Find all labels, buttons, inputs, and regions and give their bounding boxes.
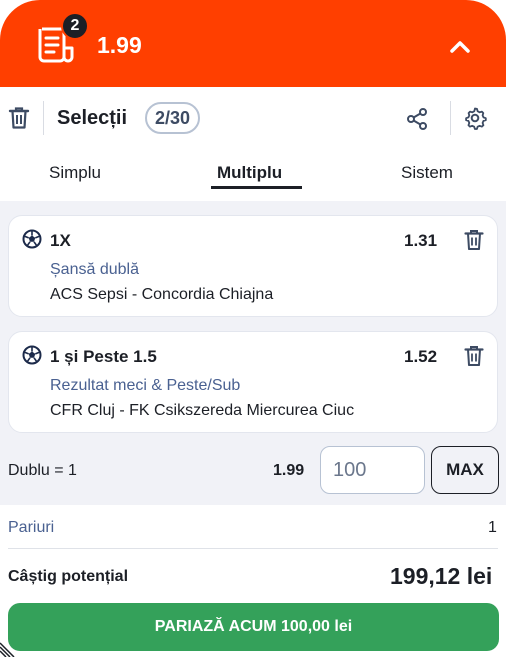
- toolbar-divider: [450, 101, 451, 135]
- tab-sistem[interactable]: Sistem: [401, 163, 453, 183]
- selections-title: Selecții: [57, 107, 128, 129]
- pick-odds: 1.52: [404, 347, 438, 366]
- event-name: CFR Cluj - FK Csikszereda Miercurea Ciuc: [50, 402, 355, 419]
- chevron-up-icon[interactable]: [446, 33, 474, 61]
- trash-icon[interactable]: [464, 229, 484, 251]
- selection-count-badge: 2: [61, 12, 89, 40]
- football-icon: [22, 345, 42, 365]
- pick-label: 1 și Peste 1.5: [50, 347, 157, 366]
- combination-odds: 1.99: [273, 462, 305, 479]
- potential-win-value: 199,12 lei: [390, 563, 493, 589]
- tab-multiplu[interactable]: Multiplu: [217, 163, 282, 183]
- active-tab-indicator: [211, 186, 302, 189]
- summary-divider: [8, 548, 498, 549]
- tab-simplu[interactable]: Simplu: [49, 163, 101, 183]
- potential-win-label: Câștig potențial: [8, 568, 129, 585]
- trash-icon[interactable]: [8, 106, 30, 130]
- total-odds: 1.99: [97, 32, 142, 58]
- toolbar-divider: [43, 101, 44, 135]
- place-bet-button[interactable]: PARIAZĂ ACUM 100,00 lei: [8, 603, 499, 651]
- pick-odds: 1.31: [404, 231, 438, 250]
- pick-label: 1X: [50, 231, 71, 250]
- bets-count: 1: [488, 519, 497, 536]
- event-name: ACS Sepsi - Concordia Chiajna: [50, 286, 274, 303]
- selections-count-pill: 2/30: [145, 102, 200, 134]
- trash-icon[interactable]: [464, 345, 484, 367]
- market-name: Șansă dublă: [50, 261, 139, 278]
- max-stake-button[interactable]: MAX: [431, 446, 499, 494]
- combination-label: Dublu = 1: [8, 462, 77, 479]
- resize-grip-icon[interactable]: [0, 641, 16, 657]
- market-name: Rezultat meci & Peste/Sub: [50, 377, 241, 394]
- stake-input[interactable]: [320, 446, 425, 494]
- share-icon[interactable]: [405, 107, 429, 131]
- football-icon: [22, 229, 42, 249]
- gear-icon[interactable]: [463, 106, 487, 130]
- bets-label: Pariuri: [8, 519, 55, 536]
